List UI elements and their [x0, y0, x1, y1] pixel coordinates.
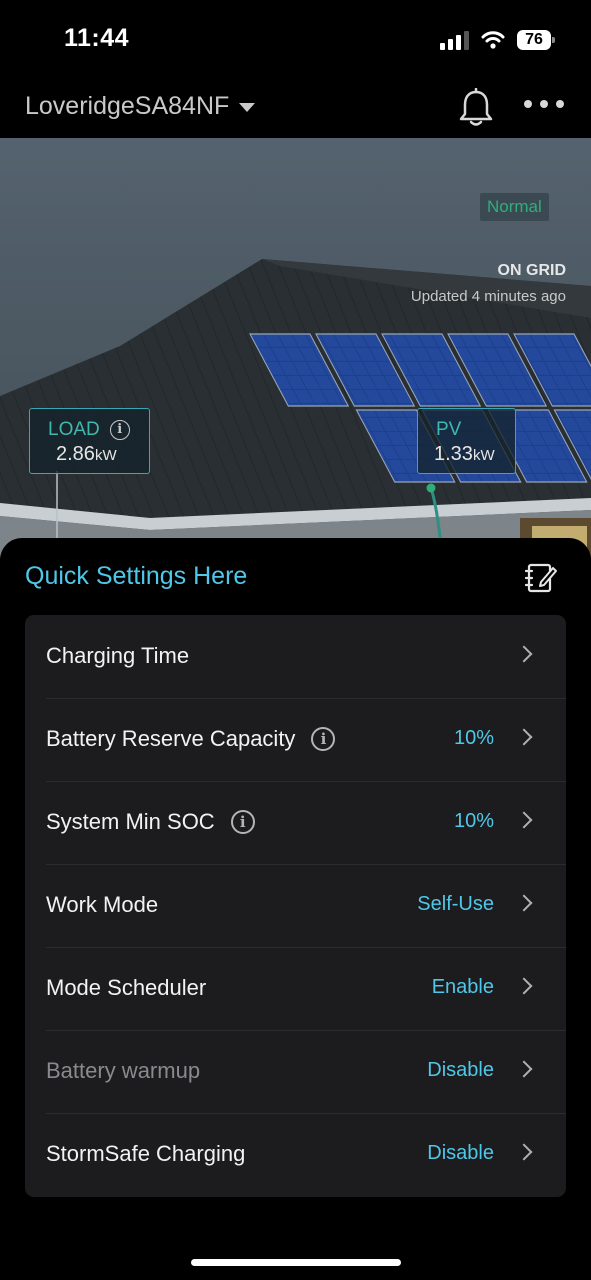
chevron-right-icon — [515, 1060, 533, 1078]
grid-status: ON GRID — [497, 262, 566, 279]
status-bar: 11:44 76 — [0, 0, 591, 80]
setting-value: 10% — [453, 810, 494, 832]
chevron-right-icon — [515, 728, 533, 746]
bell-icon[interactable] — [458, 88, 494, 128]
chevron-right-icon — [515, 977, 533, 995]
edit-icon[interactable] — [525, 560, 559, 594]
header: LoveridgeSA84NF — [0, 80, 591, 138]
setting-label: Battery Reserve Capacity — [46, 726, 296, 751]
more-icon[interactable] — [524, 98, 564, 110]
setting-battery-warmup[interactable]: Battery warmup Disable — [46, 1030, 566, 1114]
setting-label: StormSafe Charging — [46, 1141, 246, 1166]
status-time: 11:44 — [64, 24, 130, 52]
setting-stormsafe-charging[interactable]: StormSafe Charging Disable — [46, 1113, 566, 1196]
load-value: 2.86 — [56, 443, 95, 465]
info-icon[interactable]: i — [311, 727, 336, 751]
home-indicator[interactable] — [191, 1259, 401, 1266]
setting-value: Self-Use — [417, 893, 494, 915]
info-icon[interactable]: i — [230, 810, 255, 834]
setting-label: Charging Time — [46, 643, 190, 668]
info-icon[interactable]: i — [109, 420, 130, 440]
load-label: LOAD — [48, 419, 100, 440]
site-name: LoveridgeSA84NF — [25, 92, 230, 120]
setting-label: Mode Scheduler — [46, 975, 207, 1000]
pv-label: PV — [436, 419, 462, 440]
setting-value: Disable — [427, 1142, 494, 1164]
caret-down-icon — [239, 103, 256, 112]
pv-metric[interactable]: PV 1.33kW — [417, 408, 516, 474]
pv-unit: kW — [472, 447, 495, 464]
setting-system-min-soc[interactable]: System Min SOC i 10% — [46, 781, 566, 865]
site-selector[interactable]: LoveridgeSA84NF — [25, 92, 256, 121]
setting-battery-reserve-capacity[interactable]: Battery Reserve Capacity i 10% — [46, 698, 566, 782]
setting-label: Battery warmup — [46, 1058, 201, 1083]
panel-title: Quick Settings Here — [25, 562, 248, 590]
load-unit: kW — [94, 447, 117, 464]
battery-icon: 76 — [517, 30, 555, 50]
setting-value: 10% — [453, 727, 494, 749]
status-badge: Normal — [480, 193, 549, 221]
chevron-right-icon — [515, 1143, 533, 1161]
cellular-signal-icon — [440, 30, 469, 50]
setting-value: Enable — [431, 976, 494, 998]
updated-timestamp: Updated 4 minutes ago — [410, 288, 566, 305]
load-metric[interactable]: LOAD i 2.86kW — [29, 408, 150, 474]
pv-value: 1.33 — [434, 443, 473, 465]
quick-settings-panel: Quick Settings Here Charging Time Batter… — [0, 538, 591, 1280]
setting-label: Work Mode — [46, 892, 159, 917]
wifi-icon — [481, 31, 505, 49]
settings-list: Charging Time Battery Reserve Capacity i … — [25, 615, 566, 1197]
chevron-right-icon — [515, 645, 533, 663]
status-icons: 76 — [440, 27, 555, 53]
setting-charging-time[interactable]: Charging Time — [46, 615, 566, 699]
chevron-right-icon — [515, 811, 533, 829]
setting-label: System Min SOC — [46, 809, 215, 834]
setting-value: Disable — [427, 1059, 494, 1081]
house-illustration: Normal ON GRID Updated 4 minutes ago LOA… — [0, 138, 591, 558]
setting-work-mode[interactable]: Work Mode Self-Use — [46, 864, 566, 948]
chevron-right-icon — [515, 894, 533, 912]
setting-mode-scheduler[interactable]: Mode Scheduler Enable — [46, 947, 566, 1031]
